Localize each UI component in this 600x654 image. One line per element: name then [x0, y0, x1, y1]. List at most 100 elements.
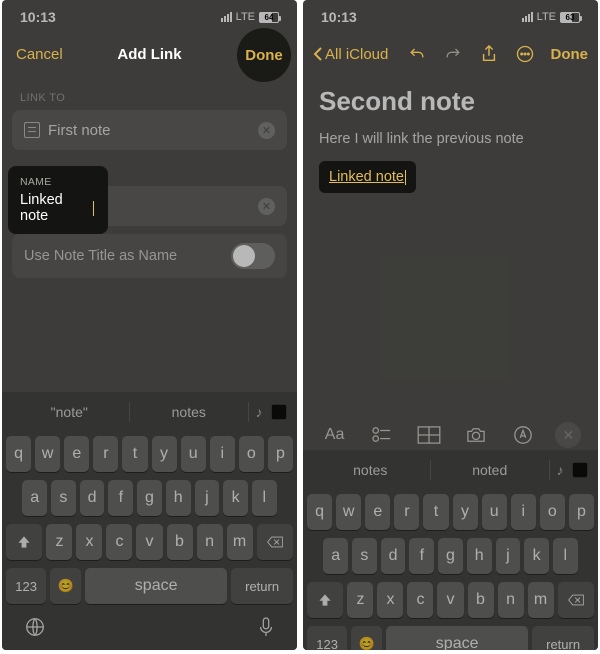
key-c[interactable]: c: [407, 582, 433, 618]
use-title-toggle-row[interactable]: Use Note Title as Name: [12, 234, 287, 278]
key-g[interactable]: g: [137, 480, 162, 516]
key-j[interactable]: j: [496, 538, 521, 574]
note-title[interactable]: Second note: [319, 86, 582, 117]
key-d[interactable]: d: [381, 538, 406, 574]
key-k[interactable]: k: [524, 538, 549, 574]
prediction-1[interactable]: notes: [311, 462, 430, 478]
key-z[interactable]: z: [347, 582, 373, 618]
key-s[interactable]: s: [352, 538, 377, 574]
battery-icon: 64: [259, 12, 279, 23]
backspace-key[interactable]: [257, 524, 293, 560]
backspace-key[interactable]: [558, 582, 594, 618]
key-u[interactable]: u: [482, 494, 507, 530]
key-r[interactable]: r: [93, 436, 118, 472]
key-x[interactable]: x: [377, 582, 403, 618]
key-f[interactable]: f: [409, 538, 434, 574]
emoji-key[interactable]: 😊: [351, 626, 382, 650]
return-key[interactable]: return: [532, 626, 594, 650]
key-q[interactable]: q: [6, 436, 31, 472]
return-key[interactable]: return: [231, 568, 293, 604]
key-t[interactable]: t: [122, 436, 147, 472]
toggle-switch[interactable]: [231, 243, 275, 269]
key-e[interactable]: e: [64, 436, 89, 472]
key-y[interactable]: y: [152, 436, 177, 472]
shift-key[interactable]: [6, 524, 42, 560]
numbers-key[interactable]: 123: [307, 626, 347, 650]
screenshot-left: 10:13 LTE 64 Cancel Add Link Done LINK T…: [2, 0, 297, 650]
key-j[interactable]: j: [195, 480, 220, 516]
key-f[interactable]: f: [108, 480, 133, 516]
prediction-2[interactable]: notes: [130, 404, 249, 420]
key-l[interactable]: l: [553, 538, 578, 574]
sticker-icon[interactable]: [570, 460, 590, 480]
prediction-1[interactable]: "note": [10, 404, 129, 420]
music-icon[interactable]: ♪: [249, 402, 269, 422]
done-button[interactable]: Done: [237, 28, 291, 82]
key-v[interactable]: v: [437, 582, 463, 618]
key-x[interactable]: x: [76, 524, 102, 560]
key-i[interactable]: i: [511, 494, 536, 530]
status-bar: 10:13 LTE 63: [303, 0, 598, 34]
space-key[interactable]: space: [85, 568, 227, 604]
name-value[interactable]: Linked note: [20, 192, 92, 224]
note-body-text[interactable]: Here I will link the previous note: [319, 131, 582, 147]
table-icon[interactable]: [414, 423, 444, 447]
done-button[interactable]: Done: [551, 46, 589, 63]
key-v[interactable]: v: [136, 524, 162, 560]
key-h[interactable]: h: [467, 538, 492, 574]
key-i[interactable]: i: [210, 436, 235, 472]
music-icon[interactable]: ♪: [550, 460, 570, 480]
key-e[interactable]: e: [365, 494, 390, 530]
sticker-icon[interactable]: [269, 402, 289, 422]
key-r[interactable]: r: [394, 494, 419, 530]
key-b[interactable]: b: [167, 524, 193, 560]
key-n[interactable]: n: [498, 582, 524, 618]
key-l[interactable]: l: [252, 480, 277, 516]
key-w[interactable]: w: [336, 494, 361, 530]
share-icon[interactable]: [479, 44, 499, 64]
close-toolbar-icon[interactable]: ✕: [555, 422, 581, 448]
key-t[interactable]: t: [423, 494, 448, 530]
key-s[interactable]: s: [51, 480, 76, 516]
clear-icon[interactable]: ✕: [258, 198, 275, 215]
space-key[interactable]: space: [386, 626, 528, 650]
link-to-field[interactable]: First note ✕: [12, 110, 287, 150]
text-format-icon[interactable]: Aa: [320, 423, 350, 447]
key-a[interactable]: a: [22, 480, 47, 516]
undo-icon[interactable]: [407, 44, 427, 64]
clear-icon[interactable]: ✕: [258, 122, 275, 139]
key-h[interactable]: h: [166, 480, 191, 516]
key-m[interactable]: m: [227, 524, 253, 560]
emoji-key[interactable]: 😊: [50, 568, 81, 604]
key-u[interactable]: u: [181, 436, 206, 472]
shift-key[interactable]: [307, 582, 343, 618]
key-d[interactable]: d: [80, 480, 105, 516]
carrier-label: LTE: [236, 11, 255, 23]
key-o[interactable]: o: [239, 436, 264, 472]
key-b[interactable]: b: [468, 582, 494, 618]
linked-note-chip[interactable]: Linked note: [319, 161, 416, 193]
key-m[interactable]: m: [528, 582, 554, 618]
camera-icon[interactable]: [461, 423, 491, 447]
markup-icon[interactable]: [508, 423, 538, 447]
key-w[interactable]: w: [35, 436, 60, 472]
mic-icon[interactable]: [257, 616, 275, 643]
numbers-key[interactable]: 123: [6, 568, 46, 604]
key-o[interactable]: o: [540, 494, 565, 530]
key-c[interactable]: c: [106, 524, 132, 560]
prediction-2[interactable]: noted: [431, 462, 550, 478]
keyboard: notes noted ♪ qwertyuiop asdfghjkl zxcvb…: [303, 450, 598, 650]
key-p[interactable]: p: [569, 494, 594, 530]
globe-icon[interactable]: [24, 616, 46, 643]
key-z[interactable]: z: [46, 524, 72, 560]
more-icon[interactable]: [515, 44, 535, 64]
back-button[interactable]: All iCloud: [313, 46, 388, 63]
key-n[interactable]: n: [197, 524, 223, 560]
checklist-icon[interactable]: [367, 423, 397, 447]
key-a[interactable]: a: [323, 538, 348, 574]
key-k[interactable]: k: [223, 480, 248, 516]
key-g[interactable]: g: [438, 538, 463, 574]
key-p[interactable]: p: [268, 436, 293, 472]
key-q[interactable]: q: [307, 494, 332, 530]
key-y[interactable]: y: [453, 494, 478, 530]
